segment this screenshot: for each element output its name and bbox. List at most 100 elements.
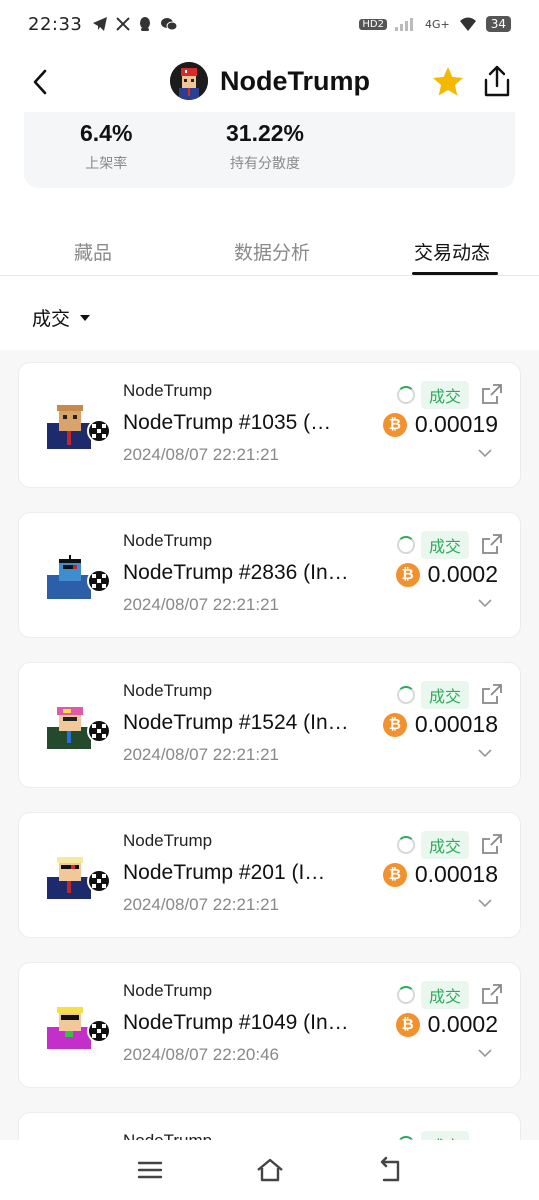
loading-spinner-icon	[397, 986, 415, 1004]
tab-activity[interactable]: 交易动态	[414, 238, 490, 265]
stat-value: 6.4%	[80, 120, 133, 146]
collection-avatar	[170, 62, 208, 100]
price-value: 0.0002	[427, 561, 498, 587]
wechat-icon	[161, 18, 178, 31]
price: ₿ 0.00018	[382, 861, 498, 888]
telegram-icon	[93, 17, 108, 31]
status-bar: 22:33 HD2 4G+ 34	[0, 0, 539, 48]
stat-listing-rate: 6.4% 上架率	[80, 120, 132, 173]
filter-label: 成交	[32, 308, 71, 330]
activity-card[interactable]: NodeTrump NodeTrump #1035 (… 2024/08/07 …	[18, 362, 521, 488]
loading-spinner-icon	[397, 836, 415, 854]
status-text: 成交	[421, 531, 470, 559]
price: ₿ 0.0002	[395, 1011, 498, 1038]
nft-thumbnail	[47, 1007, 91, 1049]
chevron-down-icon[interactable]	[477, 447, 493, 459]
back-button[interactable]	[24, 66, 56, 98]
okx-badge-icon	[87, 719, 111, 743]
item-timestamp: 2024/08/07 22:20:46	[123, 1045, 279, 1064]
price-value: 0.00019	[414, 411, 498, 437]
tab-bar: 藏品 数据分析 交易动态	[0, 226, 539, 276]
loading-spinner-icon	[397, 686, 415, 704]
item-name: NodeTrump #2836 (In…	[123, 561, 349, 584]
price: ₿ 0.0002	[395, 561, 498, 588]
external-link-icon[interactable]	[481, 683, 503, 705]
loading-spinner-icon	[397, 386, 415, 404]
activity-list[interactable]: NodeTrump NodeTrump #1035 (… 2024/08/07 …	[0, 350, 539, 1140]
bitcoin-icon: ₿	[395, 562, 420, 587]
status-badge: 成交	[397, 381, 470, 409]
stats-card: 6.4% 上架率 31.22% 持有分散度	[24, 112, 515, 188]
system-nav-bar	[0, 1140, 539, 1200]
tab-collection[interactable]: 藏品	[74, 238, 112, 265]
okx-badge-icon	[87, 1019, 111, 1043]
price: ₿ 0.00018	[382, 711, 498, 738]
activity-filter-dropdown[interactable]: 成交	[32, 304, 91, 331]
external-link-icon[interactable]	[481, 533, 503, 555]
menu-icon[interactable]	[134, 1154, 166, 1186]
collection-name: NodeTrump	[123, 1131, 212, 1140]
activity-card[interactable]: NodeTrump NodeTrump #201 (I… 2024/08/07 …	[18, 812, 521, 938]
chevron-down-icon[interactable]	[477, 747, 493, 759]
status-right: HD2 4G+ 34	[359, 16, 511, 32]
nft-thumbnail	[47, 857, 91, 899]
status-badge: 成交	[397, 1131, 470, 1140]
share-button[interactable]	[482, 64, 514, 100]
status-text: 成交	[421, 981, 470, 1009]
stat-label: 上架率	[85, 156, 128, 172]
bitcoin-icon: ₿	[382, 862, 407, 887]
status-text: 成交	[421, 831, 470, 859]
share-icon	[484, 65, 510, 97]
item-name: NodeTrump #1524 (In…	[123, 711, 349, 734]
wifi-icon	[459, 17, 476, 31]
price: ₿ 0.00019	[382, 411, 498, 438]
okx-badge-icon	[87, 419, 111, 443]
collection-name: NodeTrump	[123, 381, 213, 400]
nft-thumbnail	[47, 555, 91, 599]
collection-name: NodeTrump	[123, 831, 213, 850]
page-title: NodeTrump	[220, 65, 371, 96]
activity-card[interactable]: NodeTrump NodeTrump #1049 (In… 2024/08/0…	[18, 962, 521, 1088]
external-link-icon[interactable]	[481, 983, 503, 1005]
bitcoin-icon: ₿	[395, 1012, 420, 1037]
item-timestamp: 2024/08/07 22:21:21	[123, 595, 279, 614]
caret-down-icon	[80, 314, 91, 321]
nft-thumbnail	[47, 707, 91, 749]
hd-indicator: HD2	[359, 18, 387, 30]
stat-label: 持有分散度	[230, 156, 300, 172]
chevron-down-icon[interactable]	[477, 897, 493, 909]
item-name: NodeTrump #1049 (In…	[123, 1011, 349, 1034]
item-name: NodeTrump #201 (I…	[123, 861, 326, 884]
activity-card[interactable]: NodeTrump NodeTrump #1524 (In… 2024/08/0…	[18, 662, 521, 788]
price-value: 0.00018	[414, 861, 498, 887]
status-badge: 成交	[397, 981, 470, 1009]
chevron-down-icon[interactable]	[477, 597, 493, 609]
notification-icons	[92, 16, 178, 32]
favorite-button[interactable]	[430, 64, 466, 100]
external-link-icon[interactable]	[481, 833, 503, 855]
home-icon[interactable]	[254, 1154, 286, 1186]
status-time: 22:33	[28, 13, 83, 35]
stat-holder-distribution: 31.22% 持有分散度	[226, 120, 304, 173]
item-timestamp: 2024/08/07 22:21:21	[123, 445, 279, 464]
status-badge: 成交	[397, 531, 470, 559]
network-type: 4G+	[424, 17, 450, 31]
status-badge: 成交	[397, 681, 470, 709]
app-header: NodeTrump	[0, 56, 539, 108]
price-value: 0.0002	[427, 1011, 498, 1037]
item-timestamp: 2024/08/07 22:21:21	[123, 745, 279, 764]
stat-value: 31.22%	[226, 120, 305, 146]
chevron-down-icon[interactable]	[477, 1047, 493, 1059]
activity-card[interactable]: NodeTrump 成交	[18, 1112, 521, 1140]
activity-card[interactable]: NodeTrump NodeTrump #2836 (In… 2024/08/0…	[18, 512, 521, 638]
item-name: NodeTrump #1035 (…	[123, 411, 332, 434]
status-text: 成交	[421, 681, 470, 709]
external-link-icon[interactable]	[481, 383, 503, 405]
x-icon	[116, 17, 131, 31]
okx-badge-icon	[87, 569, 111, 593]
status-badge: 成交	[397, 831, 470, 859]
tab-analytics[interactable]: 数据分析	[234, 238, 310, 265]
collection-name: NodeTrump	[123, 981, 213, 1000]
active-tab-indicator	[412, 272, 498, 275]
back-nav-icon[interactable]	[374, 1154, 406, 1186]
